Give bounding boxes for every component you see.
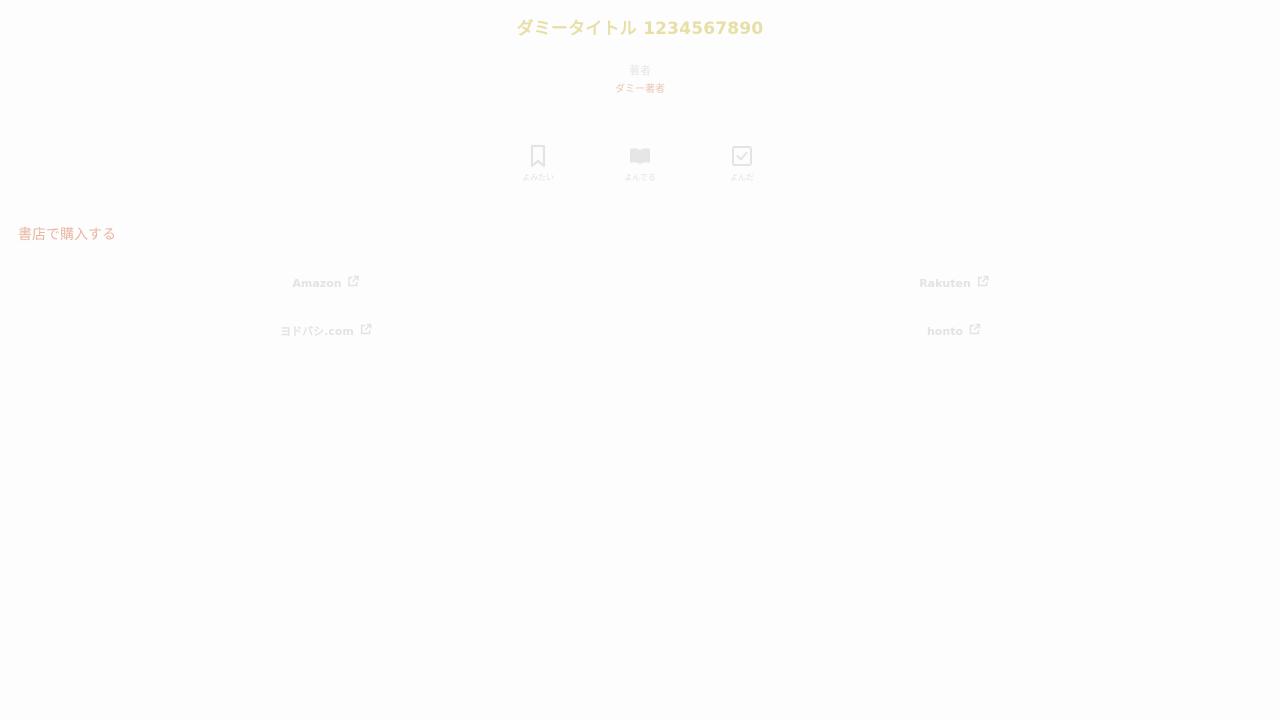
open-book-icon xyxy=(629,144,651,168)
bookmark-icon xyxy=(527,144,549,168)
yodobashi-link[interactable]: ヨドバシ.com xyxy=(280,319,372,343)
author-name-link[interactable]: ダミー著者 xyxy=(0,84,1280,96)
reading-label: よんでる xyxy=(624,173,656,182)
book-title: ダミータイトル 1234567890 xyxy=(516,19,764,39)
honto-link[interactable]: honto xyxy=(927,319,981,343)
check-square-icon xyxy=(731,144,753,168)
author-block: 著者 ダミー著者 xyxy=(0,64,1280,96)
have-read-button[interactable]: よんだ xyxy=(691,144,793,183)
purchase-section-title: 書店で購入する xyxy=(18,227,116,243)
amazon-link[interactable]: Amazon xyxy=(292,271,359,295)
shop-link-label: Rakuten xyxy=(919,276,971,290)
reading-status-row: よみたい よんでる よんだ xyxy=(0,144,1280,183)
shop-link-label: ヨドバシ.com xyxy=(280,325,354,338)
external-link-icon xyxy=(976,275,989,291)
shop-link-label: honto xyxy=(926,324,964,338)
external-link-icon xyxy=(968,323,981,339)
rakuten-link[interactable]: Rakuten xyxy=(919,271,989,295)
shop-link-label: Amazon xyxy=(292,276,342,290)
book-detail-page: ダミータイトル 1234567890 著者 ダミー著者 よみたい よんでる よん… xyxy=(0,0,1280,720)
have-read-label: よんだ xyxy=(730,173,754,182)
external-link-icon xyxy=(347,275,360,291)
reading-button[interactable]: よんでる xyxy=(589,144,691,183)
want-to-read-button[interactable]: よみたい xyxy=(487,144,589,183)
want-to-read-label: よみたい xyxy=(522,173,554,182)
external-link-icon xyxy=(359,323,372,339)
author-label: 著者 xyxy=(629,64,651,77)
